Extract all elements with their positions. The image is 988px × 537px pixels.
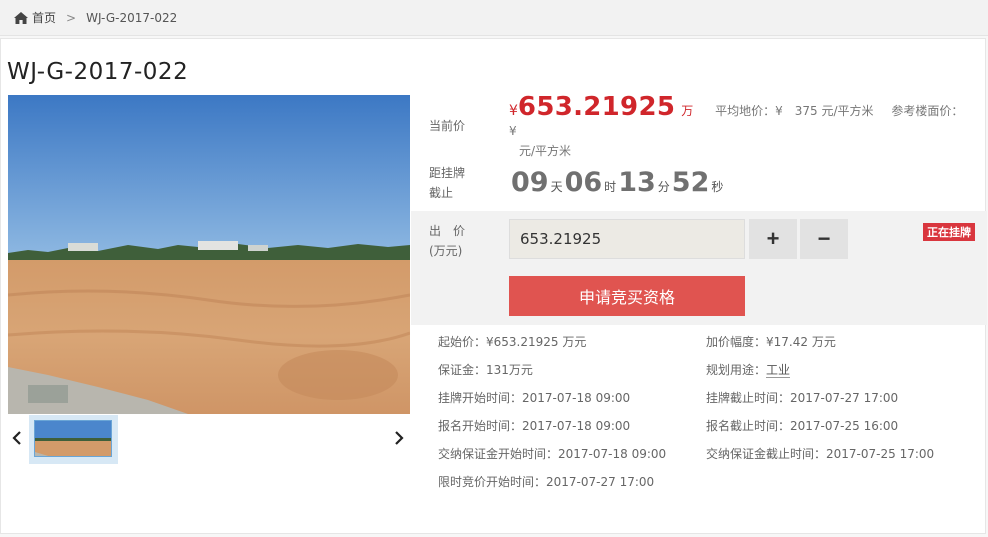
countdown-seconds: 52	[671, 167, 710, 198]
countdown-minutes: 13	[618, 167, 656, 198]
increment-label: 加价幅度：	[706, 335, 767, 349]
decrease-bid-button[interactable]: −	[800, 219, 848, 259]
countdown-days-unit: 天	[550, 180, 563, 194]
home-icon	[14, 11, 28, 24]
timed-bid-start-value: 2017-07-27 17:00	[546, 475, 655, 489]
bid-section: 出 价 (万元) + − 正在挂牌 申请竞买资格	[411, 211, 987, 325]
avg-land-price-label: 平均地价：	[715, 104, 776, 118]
deposit-end-label: 交纳保证金截止时间：	[706, 447, 827, 461]
bid-label: 出 价 (万元)	[429, 221, 465, 261]
deposit-value: 131万元	[486, 363, 533, 377]
listing-end-value: 2017-07-27 17:00	[790, 391, 899, 405]
deposit-start-value: 2017-07-18 09:00	[558, 447, 667, 461]
floor-price-label: 参考楼面价：	[891, 104, 964, 118]
deposit-start-label: 交纳保证金开始时间：	[438, 447, 559, 461]
start-price-item: 起始价：¥653.21925 万元	[438, 333, 586, 350]
countdown-minutes-unit: 分	[657, 180, 670, 194]
deposit-end-value: 2017-07-25 17:00	[826, 447, 935, 461]
increment-value: ¥17.42 万元	[766, 335, 836, 349]
deposit-label: 保证金：	[438, 363, 487, 377]
listing-end-item: 挂牌截止时间：2017-07-27 17:00	[706, 389, 898, 406]
current-price-value: 653.21925	[517, 92, 676, 122]
thumbnail-strip	[8, 415, 410, 465]
current-price-label: 当前价	[429, 119, 466, 133]
increment-item: 加价幅度：¥17.42 万元	[706, 333, 836, 350]
usage-item: 规划用途：工业	[706, 361, 791, 378]
timed-bid-start-label: 限时竞价开始时间：	[438, 475, 547, 489]
current-price-row: 当前价 ¥653.21925 万 平均地价：¥ 375 元/平方米 参考楼面价： ¥…	[411, 92, 977, 158]
bid-amount-input[interactable]	[509, 219, 745, 259]
listing-end-label: 挂牌截止时间：	[706, 391, 791, 405]
avg-land-price-value: ¥ 375 元/平方米	[775, 104, 874, 118]
bid-label-line2: (万元)	[429, 244, 463, 258]
price-unit: 万	[681, 104, 694, 118]
page-title: WJ-G-2017-022	[7, 59, 189, 85]
countdown-label-line2: 截止	[429, 186, 454, 200]
breadcrumb: 首页 > WJ-G-2017-022	[0, 0, 988, 36]
breadcrumb-current: WJ-G-2017-022	[86, 10, 178, 25]
listing-start-label: 挂牌开始时间：	[438, 391, 523, 405]
floor-price-value: ¥	[509, 124, 517, 138]
breadcrumb-home-link[interactable]: 首页	[14, 9, 56, 26]
land-photo	[8, 95, 410, 414]
apply-bid-qualification-button[interactable]: 申请竞买资格	[509, 276, 745, 316]
countdown-label: 距挂牌 截止	[429, 163, 479, 203]
countdown-hours-unit: 时	[604, 180, 617, 194]
floor-price-unit: 元/平方米	[519, 144, 572, 158]
status-badge: 正在挂牌	[923, 223, 975, 241]
usage-link[interactable]: 工业	[766, 363, 791, 378]
start-price-label: 起始价：	[438, 335, 487, 349]
countdown-days: 09	[511, 167, 549, 198]
signup-start-item: 报名开始时间：2017-07-18 09:00	[438, 417, 630, 434]
listing-panel: WJ-G-2017-022 当前价 ¥653.21925 万 平均地价：¥ 37…	[0, 38, 987, 534]
signup-end-item: 报名截止时间：2017-07-25 16:00	[706, 417, 898, 434]
countdown-label-line1: 距挂牌	[429, 166, 466, 180]
countdown-seconds-unit: 秒	[711, 180, 724, 194]
signup-start-label: 报名开始时间：	[438, 419, 523, 433]
price-currency: ¥	[509, 103, 518, 119]
countdown-hours: 06	[564, 167, 603, 198]
countdown-row: 距挂牌 截止 09 天 06 时 13 分 52 秒	[411, 159, 977, 211]
signup-start-value: 2017-07-18 09:00	[522, 419, 631, 433]
bid-label-line1: 出 价	[429, 224, 466, 238]
timed-bid-start-item: 限时竞价开始时间：2017-07-27 17:00	[438, 473, 654, 490]
usage-label: 规划用途：	[706, 363, 767, 377]
listing-start-value: 2017-07-18 09:00	[522, 391, 631, 405]
listing-start-item: 挂牌开始时间：2017-07-18 09:00	[438, 389, 630, 406]
deposit-start-item: 交纳保证金开始时间：2017-07-18 09:00	[438, 445, 666, 462]
breadcrumb-home-label: 首页	[32, 11, 57, 25]
signup-end-label: 报名截止时间：	[706, 419, 791, 433]
countdown-timer: 09 天 06 时 13 分 52 秒	[511, 167, 725, 198]
chevron-left-icon[interactable]	[10, 429, 24, 447]
deposit-end-item: 交纳保证金截止时间：2017-07-25 17:00	[706, 445, 934, 462]
increase-bid-button[interactable]: +	[749, 219, 797, 259]
breadcrumb-separator: >	[66, 10, 77, 25]
start-price-value: ¥653.21925 万元	[486, 335, 587, 349]
thumbnail-1[interactable]	[29, 415, 118, 464]
deposit-item: 保证金：131万元	[438, 361, 533, 378]
signup-end-value: 2017-07-25 16:00	[790, 419, 899, 433]
chevron-right-icon[interactable]	[392, 429, 406, 447]
